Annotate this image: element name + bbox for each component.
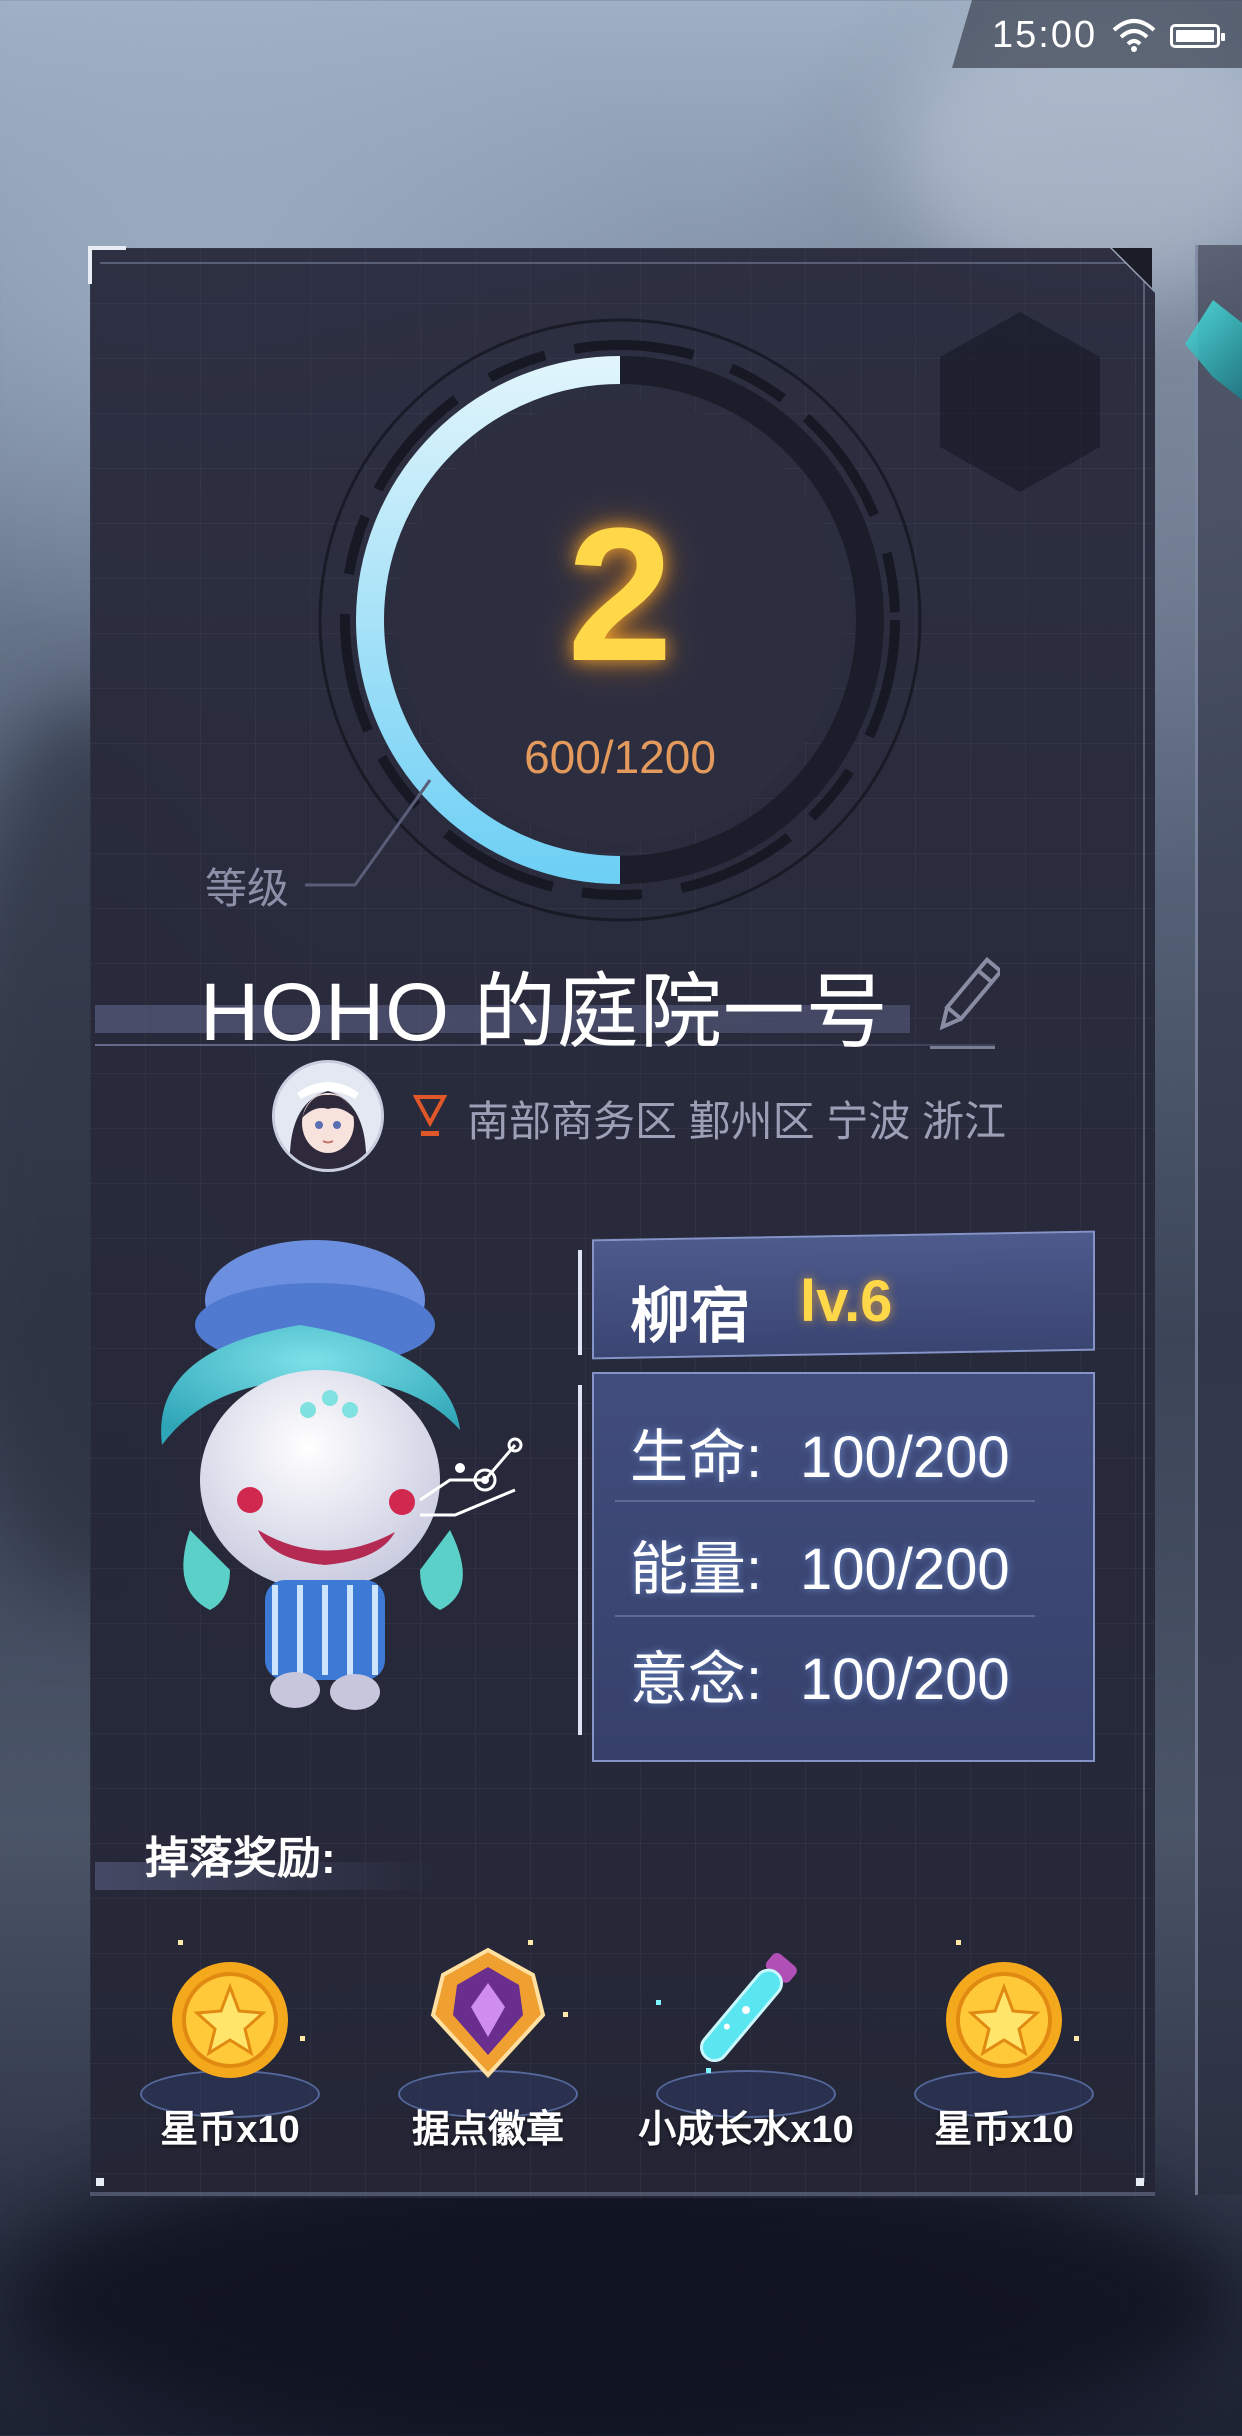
location-pin-icon [413, 1095, 447, 1136]
avatar-image [275, 1063, 381, 1169]
stat-label: 意念: [630, 1647, 763, 1712]
stat-label: 生命: [630, 1425, 763, 1490]
yard-title: HOHO 的庭院一号 [200, 967, 889, 1058]
corner-dot [96, 2178, 104, 2186]
panel-divider [578, 1385, 582, 1735]
stat-row-energy: 能量: 100/200 [630, 1522, 1070, 1602]
status-bar: 15:00 [952, 0, 1242, 68]
level-label: 等级 [205, 865, 290, 912]
reward-label: 据点徽章 [411, 2109, 564, 2151]
corner-dot [1136, 2178, 1144, 2186]
battery-icon [1170, 24, 1225, 48]
stat-value: 100/200 [800, 1425, 1010, 1490]
reward-label: 星币x10 [160, 2109, 300, 2151]
pencil-underline [930, 1046, 995, 1049]
stat-row-life: 生命: 100/200 [630, 1410, 1070, 1490]
pencil-icon[interactable] [930, 955, 1000, 1045]
badge-icon [430, 1947, 546, 2078]
avatar[interactable] [272, 1060, 384, 1172]
monster-character[interactable] [150, 1230, 580, 1730]
stat-divider [615, 1500, 1035, 1502]
card-bottom-line [90, 2192, 1155, 2196]
next-yard-card[interactable] [1195, 245, 1242, 2195]
stat-row-mind: 意念: 100/200 [630, 1632, 1070, 1712]
star-coin-icon [946, 1962, 1062, 2078]
monster-level: lv.6 [800, 1269, 893, 1334]
panel-divider [578, 1250, 582, 1355]
location-text: 南部商务区 鄞州区 宁波 浙江 [467, 1098, 1007, 1145]
status-time: 15:00 [992, 14, 1098, 56]
stat-divider [615, 1615, 1035, 1617]
monster-name: 柳宿 [630, 1283, 750, 1350]
stat-value: 100/200 [800, 1537, 1010, 1602]
level-leader-line [305, 779, 432, 887]
reward-item[interactable]: 星币x10 [120, 1940, 340, 2160]
corner-bracket [88, 246, 126, 284]
rewards-title: 掉落奖励: [145, 1834, 336, 1883]
stat-value: 100/200 [800, 1647, 1010, 1712]
reward-label: 小成长水x10 [638, 2109, 854, 2151]
yard-level-number: 2 [567, 489, 673, 701]
stat-label: 能量: [630, 1537, 763, 1602]
potion-icon [700, 1953, 797, 2063]
reward-label: 星币x10 [934, 2109, 1074, 2151]
reward-item[interactable]: 星币x10 [894, 1940, 1114, 2160]
star-coin-icon [172, 1962, 288, 2078]
wifi-icon [1112, 19, 1156, 52]
reward-item[interactable]: 小成长水x10 [636, 1940, 856, 2160]
reward-item[interactable]: 据点徽章 [378, 1940, 598, 2160]
